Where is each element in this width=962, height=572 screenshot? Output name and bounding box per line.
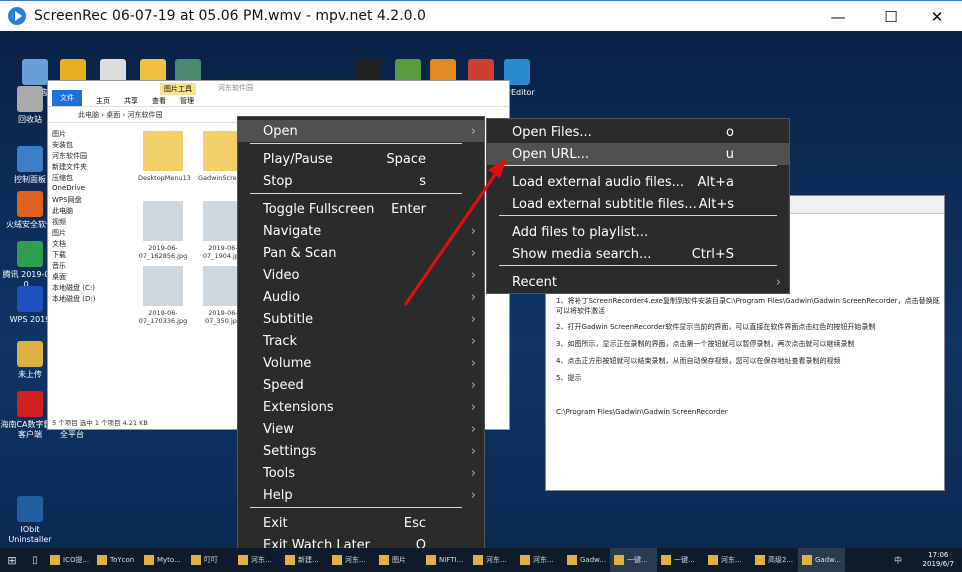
taskbar-app-icon bbox=[191, 555, 201, 565]
taskbar-item[interactable]: 叮叮 bbox=[187, 548, 234, 572]
taskbar-item-label: 高级2... bbox=[768, 556, 794, 564]
taskbar-item[interactable]: Gadw... bbox=[563, 548, 610, 572]
taskbar-app-icon bbox=[332, 555, 342, 565]
taskbar-item-label: Myto... bbox=[157, 556, 181, 564]
taskbar-item[interactable]: ICO提... bbox=[46, 548, 93, 572]
taskbar-app-icon bbox=[238, 555, 248, 565]
taskbar-item-label: 图片 bbox=[392, 556, 406, 564]
taskbar-item-label: Gadw... bbox=[815, 556, 841, 564]
taskbar-item-label: ICO提... bbox=[63, 556, 90, 564]
taskbar-item-label: 河东... bbox=[533, 556, 554, 564]
taskbar-app-icon bbox=[144, 555, 154, 565]
taskbar-item[interactable]: 河东... bbox=[328, 548, 375, 572]
taskbar: ⊞ ▯ ICO提... ToYcon Myto... 叮叮 河东... 新建... 河东..… bbox=[0, 548, 962, 572]
taskbar-app-icon bbox=[661, 555, 671, 565]
taskbar-item[interactable]: 一键... bbox=[610, 548, 657, 572]
taskbar-app-icon bbox=[285, 555, 295, 565]
taskbar-item[interactable]: Myto... bbox=[140, 548, 187, 572]
taskbar-app-icon bbox=[802, 555, 812, 565]
taskbar-item[interactable]: ToYcon bbox=[93, 548, 140, 572]
taskbar-app-icon bbox=[567, 555, 577, 565]
taskbar-item[interactable]: 河东... bbox=[704, 548, 751, 572]
taskbar-item-label: 河东... bbox=[251, 556, 272, 564]
taskbar-item[interactable]: 高级2... bbox=[751, 548, 798, 572]
taskbar-item[interactable]: Gadw... bbox=[798, 548, 845, 572]
taskbar-item-label: 叮叮 bbox=[204, 556, 218, 564]
task-view-icon[interactable]: ▯ bbox=[24, 555, 46, 566]
taskbar-item[interactable]: 河东... bbox=[234, 548, 281, 572]
taskbar-app-icon bbox=[614, 555, 624, 565]
clock-time: 17:06 bbox=[928, 551, 949, 559]
ime-indicator[interactable]: 中 bbox=[894, 555, 902, 566]
taskbar-item-label: Gadw... bbox=[580, 556, 606, 564]
taskbar-app-icon bbox=[520, 555, 530, 565]
taskbar-item-label: 河东... bbox=[345, 556, 366, 564]
taskbar-item-label: ToYcon bbox=[110, 556, 135, 564]
taskbar-app-icon bbox=[50, 555, 60, 565]
taskbar-item-label: 新建... bbox=[298, 556, 319, 564]
taskbar-item[interactable]: 图片 bbox=[375, 548, 422, 572]
clock-date: 2019/6/7 bbox=[922, 560, 954, 568]
taskbar-app-icon bbox=[379, 555, 389, 565]
start-button-icon[interactable]: ⊞ bbox=[0, 554, 24, 567]
taskbar-item-label: NIFTI... bbox=[439, 556, 464, 564]
red-annotation-arrow bbox=[403, 158, 507, 306]
taskbar-app-icon bbox=[755, 555, 765, 565]
clock[interactable]: 17:06 2019/6/7 bbox=[923, 551, 954, 569]
taskbar-app-icon bbox=[426, 555, 436, 565]
taskbar-app-icon bbox=[473, 555, 483, 565]
taskbar-item[interactable]: 河东... bbox=[469, 548, 516, 572]
taskbar-item[interactable]: NIFTI... bbox=[422, 548, 469, 572]
taskbar-app-icon bbox=[97, 555, 107, 565]
taskbar-item-label: 河东... bbox=[486, 556, 507, 564]
taskbar-item-label: 一键... bbox=[674, 556, 695, 564]
taskbar-item[interactable]: 河东... bbox=[516, 548, 563, 572]
taskbar-item[interactable]: 新建... bbox=[281, 548, 328, 572]
taskbar-item-label: 一键... bbox=[627, 556, 648, 564]
taskbar-item[interactable]: 一键... bbox=[657, 548, 704, 572]
taskbar-app-icon bbox=[708, 555, 718, 565]
taskbar-item-label: 河东... bbox=[721, 556, 742, 564]
